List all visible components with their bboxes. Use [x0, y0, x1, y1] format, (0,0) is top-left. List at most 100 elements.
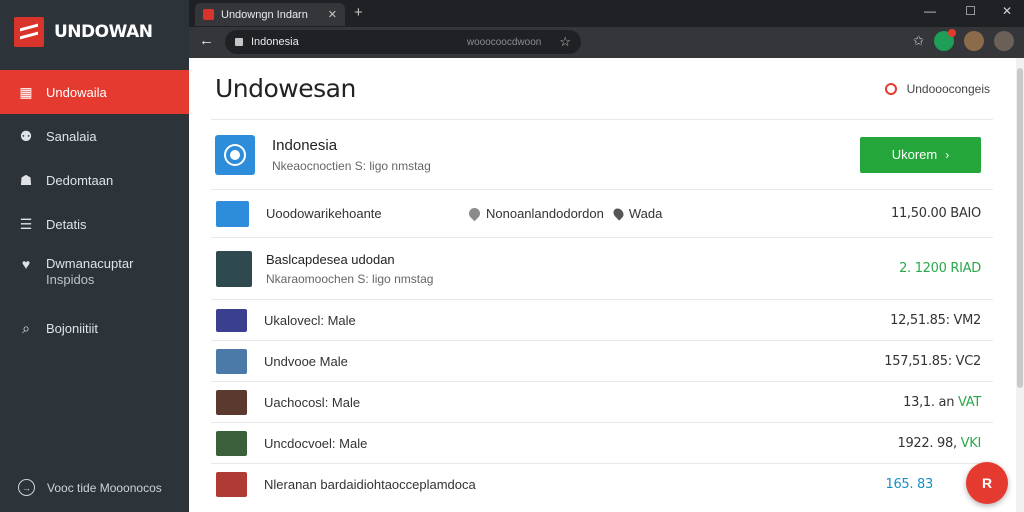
- location-label: Nonoanlandodordon: [486, 206, 604, 221]
- list-item-location: Nonoanlandodordon Wada: [466, 205, 663, 222]
- hero-row: Indonesia Nkeaocnoctien S: ligo nmstag U…: [211, 119, 993, 189]
- users-icon: ⚉: [19, 127, 33, 144]
- list-item-value: 12,51.85: VM2: [890, 312, 981, 328]
- toolbar-right: ✩: [913, 29, 1014, 51]
- browser-tab[interactable]: Undowngn Indarn ✕: [195, 3, 345, 26]
- chevron-right-icon: ›: [945, 147, 950, 162]
- scrollbar-thumb[interactable]: [1017, 68, 1023, 388]
- star-icon[interactable]: ✩: [913, 33, 924, 49]
- photo-thumbnail: [216, 250, 252, 287]
- list-item[interactable]: Uachocosl: Male 13,1. an VAT: [211, 381, 993, 422]
- location-label-2: Wada: [628, 206, 663, 221]
- hero-title: Indonesia: [272, 136, 338, 154]
- sidebar-item-label: Bojoniitiit: [46, 320, 99, 336]
- list-item-subtitle: Nkaraomoochen S: ligo nmstag: [266, 271, 434, 286]
- document-icon: [216, 200, 249, 227]
- sidebar-item-dwmanacuptar[interactable]: ♥ Dwmanacuptar Inspidos: [0, 246, 189, 306]
- sidebar-item-label: Sanalaia: [46, 128, 97, 144]
- list-item-value: 157,51.85: VC2: [884, 353, 981, 369]
- list-item-value: 1922. 98, VKI: [897, 436, 981, 451]
- list-item[interactable]: Uncdocvoel: Male 1922. 98, VKI: [211, 422, 993, 463]
- close-window-icon[interactable]: ✕: [1002, 4, 1012, 18]
- address-suffix: wooocoocdwoon: [466, 36, 542, 48]
- list-item-value-number: 13,1. an: [903, 394, 955, 410]
- sidebar-item-detatis[interactable]: ☰ Detatis: [0, 202, 189, 246]
- browser-toolbar: ← Indonesia wooocoocdwoon ☆ ✩: [189, 27, 1024, 58]
- list-item[interactable]: Undvooe Male 157,51.85: VC2: [211, 340, 993, 381]
- list-item-name: Nleranan bardaidiohtaocceplamdoca: [264, 476, 476, 492]
- maximize-icon[interactable]: ☐: [965, 4, 976, 18]
- list-item-value: 11,50.00 BAIO: [890, 206, 981, 221]
- list-item[interactable]: Ukalovecl: Male 12,51.85: VM2: [211, 299, 993, 340]
- tab-title: Undowngn Indarn: [221, 8, 308, 21]
- logo-icon: [14, 17, 44, 47]
- profile-avatar[interactable]: [964, 31, 984, 51]
- sidebar-item-label: Undowaila: [46, 84, 107, 100]
- location-icon: [466, 205, 483, 222]
- dollar-icon: [216, 308, 247, 332]
- list-item-name: Uachocosl: Male: [264, 394, 361, 410]
- photo-thumbnail: [216, 348, 247, 374]
- list-item-name: Undvooe Male: [264, 353, 348, 369]
- sidebar: UNDOWAN ▦ Undowaila ⚉ Sanalaia ☗ Dedomta…: [0, 0, 189, 512]
- grid-icon: ▦: [19, 83, 33, 100]
- photo-thumbnail: [216, 430, 247, 456]
- sidebar-item-label-line2: Inspidos: [46, 272, 95, 287]
- header-location-link[interactable]: Undooocongeis: [884, 82, 990, 96]
- search-icon: ⌕: [22, 319, 30, 336]
- close-tab-icon[interactable]: ✕: [328, 8, 337, 21]
- sidebar-item-sanalaia[interactable]: ⚉ Sanalaia: [0, 114, 189, 158]
- hero-text: Indonesia Nkeaocnoctien S: ligo nmstag: [272, 137, 431, 173]
- minimize-icon[interactable]: —: [924, 4, 936, 18]
- list-item[interactable]: Uoodowarikehoante Nonoanlandodordon Wada…: [211, 189, 993, 237]
- sidebar-footer-label: Vooc tide Mooonocos: [47, 480, 162, 495]
- sidebar-item-label: Dedomtaan: [46, 172, 114, 188]
- list-item[interactable]: Baslcapdesea udodan Nkaraomoochen S: lig…: [211, 237, 993, 299]
- sidebar-item-undowaila[interactable]: ▦ Undowaila: [0, 70, 189, 114]
- list-item-name: Uoodowarikehoante: [266, 206, 382, 221]
- list-item[interactable]: Nleranan bardaidiohtaocceplamdoca 165. 8…: [211, 463, 993, 504]
- arrow-right-icon: →: [18, 479, 35, 496]
- list-item-value-suffix: VAT: [958, 394, 981, 410]
- floating-action-button[interactable]: R: [966, 462, 1008, 504]
- list-item-name: Ukalovecl: Male: [264, 312, 356, 328]
- heart-icon: ♥: [21, 256, 31, 272]
- sidebar-item-label-line1: Dwmanacuptar: [46, 256, 134, 271]
- list-item-text: Baslcapdesea udodan Nkaraomoochen S: lig…: [266, 252, 433, 286]
- photo-thumbnail: [216, 389, 247, 415]
- menu-avatar[interactable]: [994, 31, 1014, 51]
- list-item-value: 2. 1200 RIAD: [899, 261, 981, 276]
- card-icon: [216, 471, 247, 497]
- pin-icon: [611, 206, 626, 221]
- page-title: Undowesan: [215, 74, 356, 103]
- sidebar-item-label: Dwmanacuptar Inspidos: [46, 256, 133, 288]
- bookmark-star-icon[interactable]: ☆: [559, 34, 571, 50]
- list-item-value: 165. 83: [885, 476, 933, 492]
- tab-favicon-icon: [203, 9, 214, 20]
- app-logo[interactable]: UNDOWAN: [0, 0, 189, 64]
- list-item-name: Uncdocvoel: Male: [264, 435, 368, 451]
- sidebar-item-dedomtaan[interactable]: ☗ Dedomtaan: [0, 158, 189, 202]
- list-item-value-number: 1922. 98,: [897, 435, 957, 451]
- scrollbar[interactable]: [1016, 58, 1024, 512]
- location-pin-icon: [884, 83, 897, 95]
- main-content: Undowesan Undooocongeis Indonesia Nkeaoc…: [189, 58, 1024, 512]
- primary-cta-button[interactable]: Ukorem ›: [860, 136, 981, 173]
- extension-icon[interactable]: [934, 29, 956, 51]
- list-item-name: Baslcapdesea udodan: [266, 251, 395, 267]
- lock-icon: [235, 38, 243, 46]
- back-arrow-icon[interactable]: ←: [199, 32, 214, 49]
- app-icon: [215, 134, 255, 175]
- list-item-value-suffix: VKI: [960, 435, 982, 451]
- sidebar-footer-link[interactable]: → Vooc tide Mooonocos: [18, 479, 162, 496]
- hero-subtitle: Nkeaocnoctien S: ligo nmstag: [272, 158, 431, 173]
- list-icon: ☰: [19, 215, 33, 232]
- logo-text: UNDOWAN: [54, 22, 153, 42]
- address-bar[interactable]: Indonesia wooocoocdwoon ☆: [225, 30, 581, 54]
- sidebar-item-bojoniitiit[interactable]: ⌕ Bojoniitiit: [0, 306, 189, 350]
- sidebar-item-label: Detatis: [46, 216, 87, 232]
- browser-chrome: Undowngn Indarn ✕ + — ☐ ✕ ← Indonesia wo…: [189, 0, 1024, 58]
- header-link-label: Undooocongeis: [906, 82, 990, 96]
- new-tab-button[interactable]: +: [354, 4, 363, 21]
- cta-label: Ukorem: [891, 147, 938, 162]
